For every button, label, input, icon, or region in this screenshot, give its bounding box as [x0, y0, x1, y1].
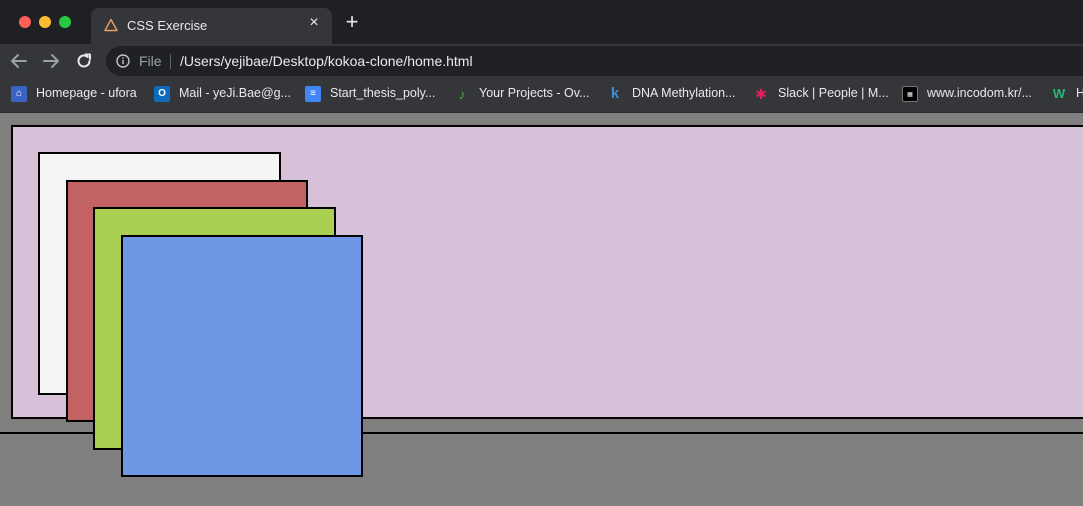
close-window-button[interactable]: [19, 16, 31, 28]
bookmark-label: Slack | People | M...: [778, 86, 889, 100]
bank-icon: ⌂: [11, 86, 27, 102]
bookmark-label: H: [1076, 86, 1083, 100]
bookmark-label: Start_thesis_poly...: [330, 86, 436, 100]
triangle-warning-icon: [104, 18, 118, 32]
zoom-window-button[interactable]: [59, 16, 71, 28]
incodom-icon: ▦: [902, 86, 918, 102]
back-arrow-icon[interactable]: [8, 51, 30, 71]
forward-arrow-icon[interactable]: [40, 51, 62, 71]
browser-tab-active[interactable]: CSS Exercise ×: [91, 8, 332, 44]
bookmark-label: Homepage - ufora: [36, 86, 137, 100]
slack-icon: ✱: [755, 86, 767, 102]
bookmark-label: Mail - yeJi.Bae@g...: [179, 86, 292, 100]
outlook-icon: O: [154, 86, 170, 102]
page-viewport: [0, 113, 1083, 506]
info-icon[interactable]: [116, 54, 130, 68]
tab-title: CSS Exercise: [127, 18, 208, 33]
window-titlebar: CSS Exercise × +: [0, 0, 1083, 44]
k-icon: k: [610, 85, 620, 102]
bookmark-label: www.incodom.kr/...: [927, 86, 1032, 100]
address-bar[interactable]: File /Users/yejibae/Desktop/kokoa-clone/…: [106, 46, 1083, 76]
new-tab-button[interactable]: +: [343, 11, 361, 33]
w-icon: W: [1052, 86, 1066, 101]
bookmark-label: Your Projects - Ov...: [479, 86, 590, 100]
bookmarks-bar: ⌂ Homepage - ufora O Mail - yeJi.Bae@g..…: [0, 78, 1083, 112]
docs-icon: ≡: [305, 86, 321, 102]
file-scheme-label: File: [139, 53, 162, 69]
reload-icon[interactable]: [73, 51, 95, 71]
bookmark-label: DNA Methylation...: [632, 86, 736, 100]
overleaf-icon: ♪: [458, 86, 466, 102]
minimize-window-button[interactable]: [39, 16, 51, 28]
tab-close-icon[interactable]: ×: [306, 15, 322, 31]
blue-box: [121, 235, 363, 477]
url-text[interactable]: /Users/yejibae/Desktop/kokoa-clone/home.…: [180, 53, 473, 69]
browser-toolbar: File /Users/yejibae/Desktop/kokoa-clone/…: [0, 44, 1083, 78]
address-separator: [170, 54, 171, 69]
